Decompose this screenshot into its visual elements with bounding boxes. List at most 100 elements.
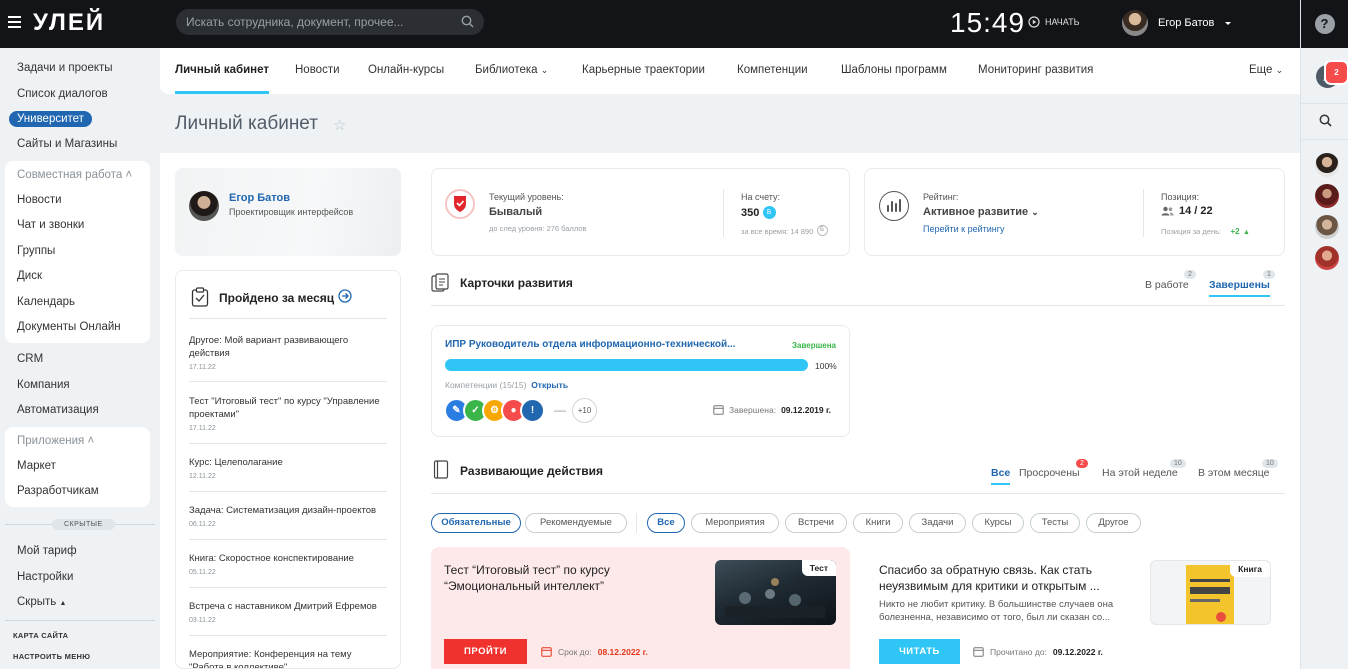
chevron-up-icon: ˄	[125, 169, 133, 181]
users-icon	[1161, 206, 1174, 216]
action-title[interactable]: Спасибо за обратную связь. Как стать неу…	[879, 562, 1129, 594]
site-map-link[interactable]: КАРТА САЙТА	[13, 631, 68, 640]
tab-more[interactable]: Еще ⌄	[1249, 64, 1283, 76]
filter-all[interactable]: Все	[647, 513, 685, 533]
filter-other[interactable]: Другое	[1086, 513, 1141, 533]
tab-cabinet[interactable]: Личный кабинет	[175, 64, 269, 94]
filter-mandatory[interactable]: Обязательные	[431, 513, 521, 533]
tab-monitoring[interactable]: Мониторинг развития	[978, 64, 1093, 76]
calendar-icon	[713, 405, 724, 415]
action-title[interactable]: Тест “Итоговый тест” по курсу “Эмоционал…	[444, 562, 684, 594]
list-item-text: Мероприятие: Конференция на тему "Работа…	[189, 649, 352, 669]
logo[interactable]: УЛЕЙ	[33, 9, 105, 37]
configure-menu-link[interactable]: НАСТРОИТЬ МЕНЮ	[13, 652, 90, 661]
sidebar-item-tariff[interactable]: Мой тариф	[17, 545, 77, 557]
list-item[interactable]: Курс: Целеполагание 12.11.22	[189, 456, 387, 480]
sidebar-item-developers[interactable]: Разработчикам	[17, 485, 99, 497]
sidebar-group-label[interactable]: Совместная работа ˄	[17, 169, 132, 181]
list-item-date: 05.11.22	[189, 569, 216, 576]
cards-icon	[431, 273, 453, 293]
filter-courses[interactable]: Курсы	[972, 513, 1024, 533]
avatar[interactable]	[1315, 215, 1339, 239]
take-test-button[interactable]: ПРОЙТИ	[444, 639, 527, 664]
action-description: Никто не любит критику. В большинстве сл…	[879, 599, 1114, 623]
tab-templates[interactable]: Шаблоны программ	[841, 64, 947, 76]
list-item[interactable]: Задача: Систематизация дизайн-проектов 06…	[189, 504, 387, 528]
search-icon[interactable]	[461, 15, 474, 28]
more-badges[interactable]: +10	[572, 398, 597, 423]
list-item[interactable]: Другое: Мой вариант развивающего действи…	[189, 334, 387, 371]
sidebar-item-company[interactable]: Компания	[17, 379, 70, 391]
filter-meetings[interactable]: Встречи	[785, 513, 847, 533]
avatar[interactable]	[1315, 153, 1339, 177]
tab-overdue[interactable]: Просрочены	[1019, 467, 1080, 479]
sidebar-item-dialogs[interactable]: Список диалогов	[17, 88, 108, 100]
search-input[interactable]: Искать сотрудника, документ, прочее...	[176, 9, 484, 35]
chevron-down-icon: ⌄	[1031, 207, 1039, 217]
filter-recommended[interactable]: Рекомендуемые	[525, 513, 627, 533]
arrow-right-icon[interactable]	[338, 289, 352, 303]
tab-library[interactable]: Библиотека ⌄	[475, 64, 548, 76]
search-icon[interactable]	[1319, 114, 1332, 127]
sidebar-item-disk[interactable]: Диск	[17, 270, 42, 282]
rating-link[interactable]: Перейти к рейтингу	[923, 224, 1005, 234]
sidebar-item-hide[interactable]: Скрыть ▲	[17, 596, 66, 608]
rating-value: Активное развитие	[923, 206, 1029, 218]
coin-icon: Б	[816, 225, 828, 237]
menu-icon[interactable]	[8, 16, 21, 28]
level-next: до след уровня: 276 баллов	[489, 224, 587, 233]
start-button[interactable]: НАЧАТЬ	[1028, 16, 1080, 28]
sidebar-item-automation[interactable]: Автоматизация	[17, 404, 99, 416]
tab-competencies[interactable]: Компетенции	[737, 64, 808, 76]
read-button[interactable]: ЧИТАТЬ	[879, 639, 960, 664]
avatar[interactable]	[1315, 246, 1339, 270]
tab-news[interactable]: Новости	[295, 64, 340, 76]
list-item[interactable]: Тест "Итоговый тест" по курсу "Управлени…	[189, 395, 387, 432]
lightbulb-icon[interactable]: !	[520, 398, 545, 423]
user-menu[interactable]: Егор Батов	[1122, 10, 1232, 36]
list-item[interactable]: Мероприятие: Конференция на тему "Работа…	[189, 648, 387, 669]
list-item[interactable]: Встреча с наставником Дмитрий Ефремов 03.…	[189, 600, 387, 624]
tab-this-month[interactable]: В этом месяце	[1198, 467, 1269, 479]
arrow-up-icon: ▲	[1242, 229, 1250, 236]
tab-courses[interactable]: Онлайн-курсы	[368, 64, 444, 76]
sidebar-item-settings[interactable]: Настройки	[17, 571, 73, 583]
profile-name[interactable]: Егор Батов	[229, 192, 290, 204]
help-icon[interactable]: ?	[1314, 14, 1335, 34]
tab-all[interactable]: Все	[991, 467, 1011, 485]
avatar[interactable]	[1315, 184, 1339, 208]
tab-in-work[interactable]: В работе	[1145, 279, 1189, 291]
filter-tasks[interactable]: Задачи	[909, 513, 966, 533]
filter-tests[interactable]: Тесты	[1030, 513, 1080, 533]
ipr-title[interactable]: ИПР Руководитель отдела информационно-те…	[445, 339, 735, 350]
list-item[interactable]: Книга: Скоростное конспектирование 05.11.…	[189, 552, 387, 576]
total-points: за все время: 14 890 Б	[741, 223, 828, 237]
sidebar-item-tasks[interactable]: Задачи и проекты	[17, 62, 113, 74]
play-icon	[1028, 16, 1040, 28]
sidebar-item-calendar[interactable]: Календарь	[17, 296, 75, 308]
sidebar-item-docs[interactable]: Документы Онлайн	[17, 321, 121, 333]
ipr-card[interactable]: ИПР Руководитель отдела информационно-те…	[431, 325, 850, 437]
filter-events[interactable]: Мероприятия	[691, 513, 779, 533]
open-link[interactable]: Открыть	[531, 380, 568, 390]
sidebar-item-chat[interactable]: Чат и звонки	[17, 219, 84, 231]
sidebar-item-groups[interactable]: Группы	[17, 245, 55, 257]
filter-books[interactable]: Книги	[853, 513, 903, 533]
star-icon[interactable]: ☆	[333, 116, 346, 134]
sidebar-item-sites[interactable]: Сайты и Магазины	[17, 138, 117, 150]
position-label: Позиция:	[1161, 192, 1200, 202]
hidden-items-toggle[interactable]: СКРЫТЫЕ	[52, 519, 115, 530]
sidebar-item-news[interactable]: Новости	[17, 194, 62, 206]
rating-select[interactable]: Активное развитие ⌄	[923, 206, 1039, 218]
sidebar-group-label[interactable]: Приложения ˄	[17, 435, 94, 447]
notifications-button[interactable]: 2	[1316, 60, 1348, 88]
avatar[interactable]	[189, 191, 219, 221]
sidebar-item-university[interactable]: Университет	[9, 111, 92, 127]
calendar-icon	[973, 647, 984, 657]
sidebar-item-market[interactable]: Маркет	[17, 460, 56, 472]
sidebar-item-crm[interactable]: CRM	[17, 353, 43, 365]
tab-this-week[interactable]: На этой неделе	[1102, 467, 1178, 479]
tab-career[interactable]: Карьерные траектории	[582, 64, 705, 76]
list-item-date: 12.11.22	[189, 473, 216, 480]
tab-completed[interactable]: Завершены	[1209, 279, 1270, 297]
